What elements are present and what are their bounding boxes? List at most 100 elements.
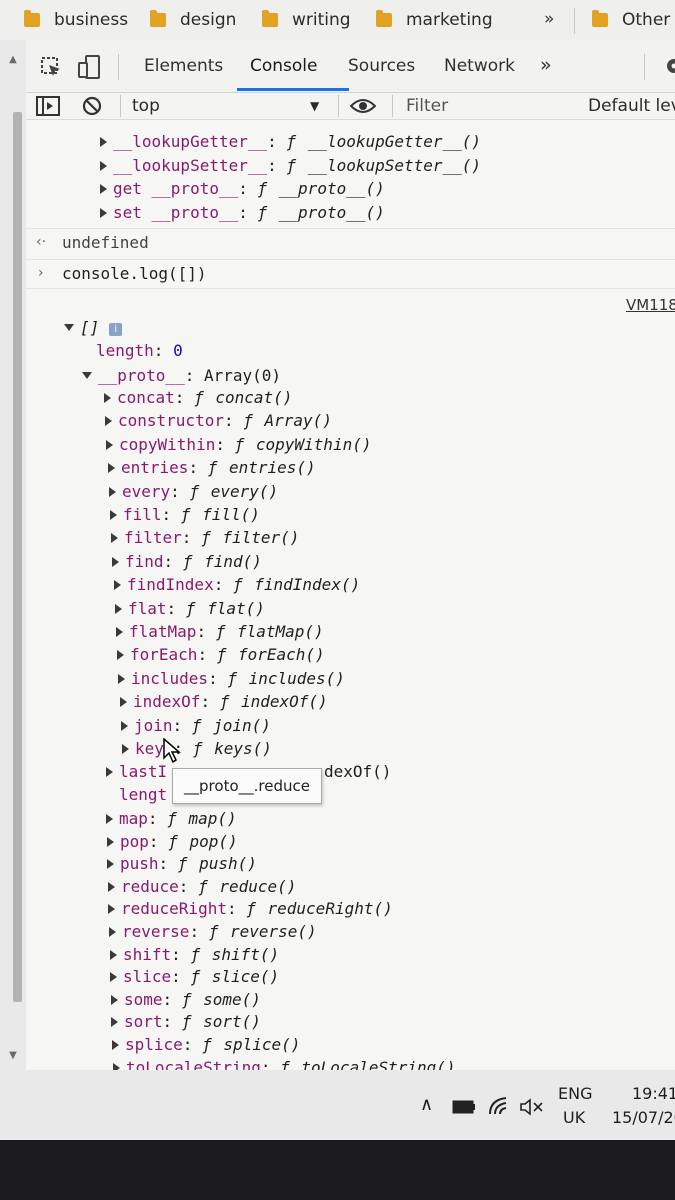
list-item[interactable]: every: ƒ every() xyxy=(109,482,278,502)
bookmark-marketing[interactable]: marketing xyxy=(376,8,493,32)
scroll-up-arrow-icon[interactable]: ▲ xyxy=(6,54,20,65)
expand-triangle-icon[interactable] xyxy=(122,744,129,754)
list-item[interactable]: find: ƒ find() xyxy=(112,552,262,572)
expand-triangle-icon[interactable] xyxy=(109,927,116,937)
list-item[interactable]: findIndex: ƒ findIndex() xyxy=(114,575,360,595)
expand-triangle-icon[interactable] xyxy=(110,949,117,960)
expand-triangle-icon[interactable] xyxy=(100,161,107,171)
expand-triangle-icon[interactable] xyxy=(116,627,123,637)
source-location-link[interactable]: VM118 xyxy=(626,296,675,314)
wifi-icon[interactable] xyxy=(488,1096,510,1116)
expand-triangle-icon[interactable] xyxy=(108,881,115,892)
clock-time[interactable]: 19:41 xyxy=(632,1084,675,1103)
expand-triangle-icon[interactable] xyxy=(100,137,107,147)
more-tabs-button[interactable]: » xyxy=(540,54,552,76)
list-item[interactable]: push: ƒ push() xyxy=(107,854,257,874)
expand-triangle-icon[interactable] xyxy=(108,904,115,915)
expand-triangle-icon[interactable] xyxy=(106,814,113,824)
bookmark-design[interactable]: design xyxy=(150,8,236,32)
list-item[interactable]: reverse: ƒ reverse() xyxy=(109,922,317,942)
bookmarks-overflow-button[interactable]: » xyxy=(544,9,554,29)
tab-network[interactable]: Network xyxy=(444,56,515,76)
expand-triangle-icon[interactable] xyxy=(115,603,122,614)
list-item[interactable]: filter: ƒ filter() xyxy=(111,528,299,548)
list-item[interactable]: splice: ƒ splice() xyxy=(112,1035,300,1055)
list-item[interactable]: lastI xyxy=(106,762,167,782)
expand-triangle-icon[interactable] xyxy=(112,1040,119,1050)
expand-triangle-icon[interactable] xyxy=(110,972,117,983)
eye-icon[interactable] xyxy=(350,98,376,114)
bookmark-other[interactable]: Other b xyxy=(592,8,675,32)
list-item[interactable]: sort: ƒ sort() xyxy=(111,1012,261,1032)
expand-triangle-icon[interactable] xyxy=(112,556,119,567)
expand-triangle-icon[interactable] xyxy=(105,416,112,427)
expand-triangle-icon[interactable] xyxy=(120,697,127,708)
list-item[interactable]: __lookupGetter__: ƒ __lookupGetter__() xyxy=(100,132,481,152)
expand-triangle-icon[interactable] xyxy=(110,510,117,520)
tab-sources[interactable]: Sources xyxy=(348,56,415,76)
list-item[interactable]: slice: ƒ slice() xyxy=(110,967,279,987)
list-item[interactable]: fill: ƒ fill() xyxy=(110,505,260,525)
list-item[interactable]: flatMap: ƒ flatMap() xyxy=(116,622,324,642)
log-levels-dropdown[interactable]: Default leve xyxy=(588,96,675,116)
list-item[interactable]: set __proto__: ƒ __proto__() xyxy=(100,203,385,223)
collapse-triangle-icon[interactable] xyxy=(82,372,92,379)
expand-triangle-icon[interactable] xyxy=(107,836,114,847)
tab-elements[interactable]: Elements xyxy=(144,56,223,76)
list-item[interactable]: constructor: ƒ Array() xyxy=(105,411,332,431)
expand-triangle-icon[interactable] xyxy=(121,720,128,731)
expand-triangle-icon[interactable] xyxy=(118,673,125,684)
expand-triangle-icon[interactable] xyxy=(109,486,116,497)
clear-console-icon[interactable] xyxy=(82,96,102,116)
list-item[interactable]: some: ƒ some() xyxy=(111,990,261,1010)
input-language[interactable]: ENG xyxy=(558,1084,592,1103)
input-region[interactable]: UK xyxy=(563,1108,585,1127)
expand-triangle-icon[interactable] xyxy=(107,859,114,870)
expand-triangle-icon[interactable] xyxy=(111,1017,118,1028)
bookmark-business[interactable]: business xyxy=(24,8,128,32)
list-item[interactable]: map: ƒ map() xyxy=(106,809,237,829)
collapse-triangle-icon[interactable] xyxy=(64,324,74,331)
list-item[interactable]: __lookupSetter__: ƒ __lookupSetter__() xyxy=(100,156,481,176)
list-item[interactable]: includes: ƒ includes() xyxy=(118,669,345,689)
scroll-down-arrow-icon[interactable]: ▼ xyxy=(6,1050,20,1061)
proto-property[interactable]: __proto__: Array(0) xyxy=(82,366,281,386)
list-item[interactable]: reduceRight: ƒ reduceRight() xyxy=(108,899,393,919)
list-item[interactable]: flat: ƒ flat() xyxy=(115,599,265,619)
battery-icon[interactable] xyxy=(452,1100,476,1114)
expand-triangle-icon[interactable] xyxy=(108,463,115,474)
list-item[interactable]: forEach: ƒ forEach() xyxy=(117,645,325,665)
list-item[interactable]: shift: ƒ shift() xyxy=(110,945,279,965)
clock-date[interactable]: 15/07/20 xyxy=(612,1108,675,1127)
expand-triangle-icon[interactable] xyxy=(114,580,121,591)
expand-triangle-icon[interactable] xyxy=(117,650,124,661)
inspect-element-icon[interactable] xyxy=(40,56,62,78)
list-item[interactable]: entries: ƒ entries() xyxy=(108,458,316,478)
list-item[interactable]: pop: ƒ pop() xyxy=(107,832,238,852)
list-item[interactable]: reduce: ƒ reduce() xyxy=(108,877,296,897)
sidebar-toggle-icon[interactable] xyxy=(36,96,60,116)
expand-triangle-icon[interactable] xyxy=(111,994,118,1005)
array-root[interactable]: [] i xyxy=(64,318,123,338)
context-dropdown-arrow-icon[interactable]: ▼ xyxy=(310,99,319,113)
list-item[interactable]: copyWithin: ƒ copyWithin() xyxy=(106,435,371,455)
expand-triangle-icon[interactable] xyxy=(100,208,107,218)
tab-console[interactable]: Console xyxy=(250,56,318,76)
expand-triangle-icon[interactable] xyxy=(111,533,118,544)
list-item[interactable]: concat: ƒ concat() xyxy=(104,388,292,408)
page-scrollbar[interactable]: ▲ ▼ xyxy=(0,40,26,1082)
list-item[interactable]: indexOf: ƒ indexOf() xyxy=(120,692,328,712)
list-item[interactable]: get __proto__: ƒ __proto__() xyxy=(100,179,385,199)
expand-triangle-icon[interactable] xyxy=(100,184,107,194)
chevron-up-icon[interactable]: ∧ xyxy=(420,1094,433,1115)
expand-triangle-icon[interactable] xyxy=(106,767,113,777)
bookmark-writing[interactable]: writing xyxy=(262,8,351,32)
context-selector[interactable]: top xyxy=(132,96,160,116)
expand-triangle-icon[interactable] xyxy=(104,393,111,403)
command-input-line[interactable]: console.log([]) xyxy=(62,264,207,284)
list-item[interactable]: join: ƒ join() xyxy=(121,716,271,736)
filter-input[interactable]: Filter xyxy=(406,96,448,116)
expand-triangle-icon[interactable] xyxy=(106,439,113,450)
volume-muted-icon[interactable] xyxy=(520,1098,544,1116)
gear-icon[interactable] xyxy=(662,55,675,77)
